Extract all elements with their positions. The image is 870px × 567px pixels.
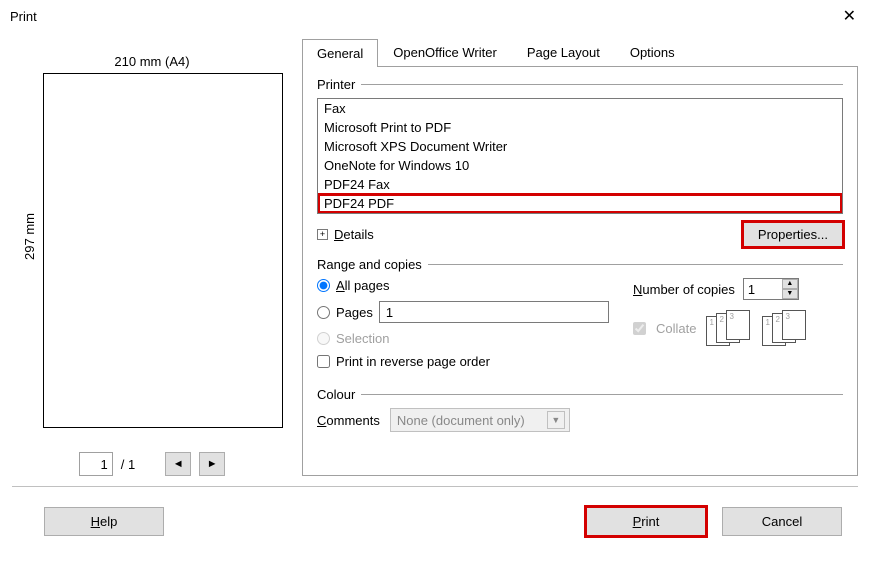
close-icon[interactable]: ✕ [839,6,860,26]
printer-item-selected[interactable]: PDF24 PDF [318,194,842,213]
preview-height-label: 297 mm [22,213,37,260]
chevron-down-icon: ▼ [547,411,565,429]
all-pages-label: ll pages [345,278,390,293]
pages-input[interactable] [379,301,609,323]
pages-label: Pages [336,305,373,320]
expand-icon: + [317,229,328,240]
preview-width-label: 210 mm (A4) [114,38,189,69]
preview-pager: / 1 ◄ ► [79,452,225,476]
footer: Help Print Cancel [12,497,858,546]
dialog-body: 210 mm (A4) 297 mm / 1 ◄ ► General OpenO… [0,30,870,552]
collate-icon: 1 2 3 1 2 3 [706,310,808,346]
details-expander[interactable]: + Details [317,227,374,242]
properties-button[interactable]: Properties... [743,222,843,247]
radio-pages[interactable] [317,306,330,319]
group-colour: Colour Comments None (document only) ▼ [317,387,843,432]
preview-panel: 210 mm (A4) 297 mm / 1 ◄ ► [12,38,292,476]
prev-page-button[interactable]: ◄ [165,452,191,476]
tab-strip: General OpenOffice Writer Page Layout Op… [302,38,858,67]
tab-content-general: Printer Fax Microsoft Print to PDF Micro… [302,67,858,476]
cancel-button[interactable]: Cancel [722,507,842,536]
group-colour-label: Colour [317,387,355,402]
radio-selection [317,332,330,345]
comments-value: None (document only) [397,413,525,428]
printer-item[interactable]: PDF24 Fax [318,175,842,194]
spin-down-button[interactable]: ▼ [782,289,798,299]
tab-general[interactable]: General [302,39,378,67]
titlebar: Print ✕ [0,0,870,30]
group-range-copies: Range and copies All pages Pages [317,257,843,377]
printer-list[interactable]: Fax Microsoft Print to PDF Microsoft XPS… [317,98,843,214]
print-button[interactable]: Print [586,507,706,536]
printer-item[interactable]: Fax [318,99,842,118]
check-collate [633,322,646,335]
reverse-order-label: Print in reverse page order [336,354,490,369]
details-label: etails [343,227,373,242]
preview-frame [43,73,283,428]
copies-spinner[interactable]: ▲ ▼ [743,278,799,300]
group-printer-label: Printer [317,77,355,92]
copies-label: umber of copies [642,282,735,297]
options-panel: General OpenOffice Writer Page Layout Op… [302,38,858,476]
printer-item[interactable]: OneNote for Windows 10 [318,156,842,175]
printer-item[interactable]: Microsoft XPS Document Writer [318,137,842,156]
group-printer: Printer Fax Microsoft Print to PDF Micro… [317,77,843,247]
spin-up-button[interactable]: ▲ [782,279,798,289]
copies-value[interactable] [744,282,782,297]
radio-all-pages[interactable] [317,279,330,292]
collate-label: Collate [656,321,696,336]
tab-page-layout[interactable]: Page Layout [512,38,615,66]
tab-writer[interactable]: OpenOffice Writer [378,38,512,66]
next-page-button[interactable]: ► [199,452,225,476]
window-title: Print [10,9,37,24]
tab-options[interactable]: Options [615,38,690,66]
help-button[interactable]: Help [44,507,164,536]
group-range-label: Range and copies [317,257,422,272]
comments-label: omments [326,413,379,428]
separator [12,486,858,487]
page-count-label: / 1 [121,457,135,472]
check-reverse-order[interactable] [317,355,330,368]
comments-select[interactable]: None (document only) ▼ [390,408,570,432]
selection-label: Selection [336,331,389,346]
printer-item[interactable]: Microsoft Print to PDF [318,118,842,137]
current-page-input[interactable] [79,452,113,476]
